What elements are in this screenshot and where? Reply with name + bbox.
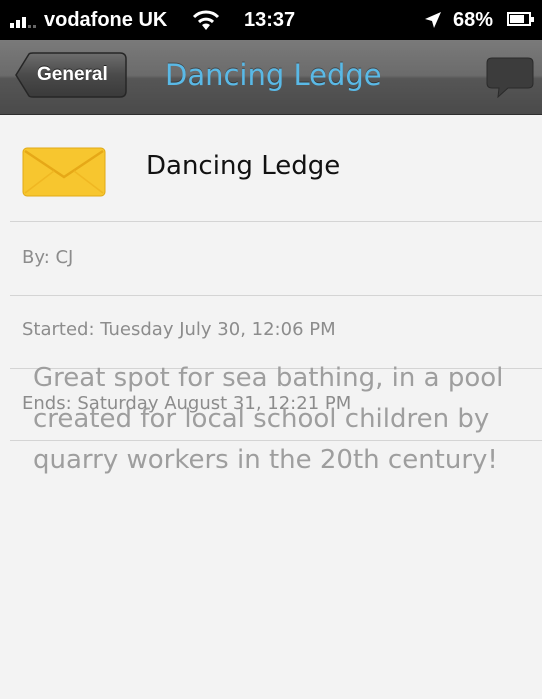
battery-icon xyxy=(507,12,534,26)
post-title: Dancing Ledge xyxy=(146,151,341,181)
post-description: Great spot for sea bathing, in a pool cr… xyxy=(33,363,504,475)
carrier-name: vodafone UK xyxy=(44,9,168,31)
back-button[interactable]: General xyxy=(15,52,127,98)
divider xyxy=(10,221,542,222)
back-button-label: General xyxy=(37,64,108,85)
status-bar: vodafone UK 13:37 68% xyxy=(0,0,542,40)
wifi-icon xyxy=(192,10,220,30)
signal-strength-icon xyxy=(10,14,36,28)
navigation-bar: General Dancing Ledge xyxy=(0,40,542,115)
divider xyxy=(10,295,542,296)
location-arrow-icon xyxy=(425,12,441,28)
envelope-icon xyxy=(22,147,106,197)
speech-bubble-icon[interactable] xyxy=(486,56,534,98)
nav-title: Dancing Ledge xyxy=(165,58,382,92)
battery-percentage: 68% xyxy=(453,9,494,31)
clock: 13:37 xyxy=(244,9,296,31)
post-header: Dancing Ledge xyxy=(0,115,542,222)
post-start-date: Started: Tuesday July 30, 12:06 PM xyxy=(22,319,336,340)
post-detail: Dancing Ledge By: CJ Started: Tuesday Ju… xyxy=(0,115,542,441)
post-author: By: CJ xyxy=(22,247,74,268)
